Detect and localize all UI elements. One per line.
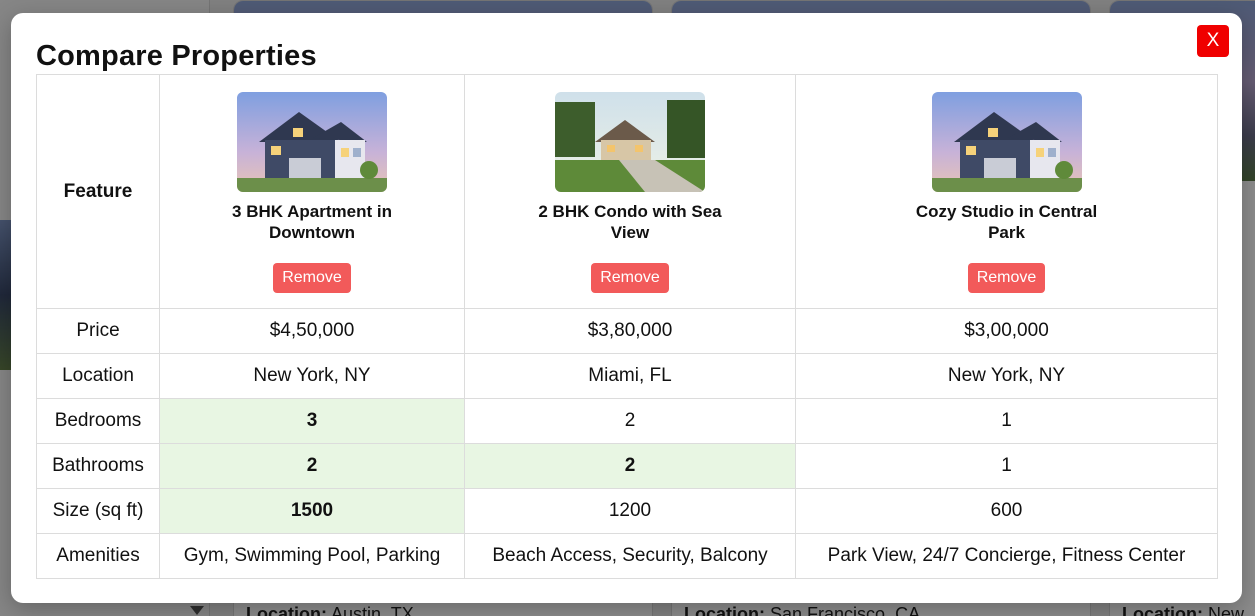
table-row: Location New York, NY Miami, FL New York, N… [36,353,1218,399]
property-thumbnail [237,92,387,192]
feature-label: Price [36,308,160,354]
property-column-header: 2 BHK Condo with Sea View Remove [464,74,796,309]
table-header-row: Feature 3 BHK Apartment in Downtown Remov… [36,74,1218,309]
property-name: Cozy Studio in Central Park [915,202,1098,242]
remove-property-button[interactable]: Remove [273,263,351,293]
modal-title: Compare Properties [36,40,317,72]
table-cell: 1 [795,443,1218,489]
remove-property-button[interactable]: Remove [967,263,1046,293]
feature-label: Bathrooms [36,443,160,489]
table-cell: New York, NY [159,353,465,399]
remove-property-button[interactable]: Remove [591,263,669,293]
comparison-table: Feature 3 BHK Apartment in Downtown Remov… [36,74,1218,579]
close-button[interactable]: X [1197,25,1229,57]
table-cell: Park View, 24/7 Concierge, Fitness Cente… [795,533,1218,579]
table-row: Price $4,50,000 $3,80,000 $3,00,000 [36,308,1218,354]
property-thumbnail [555,92,705,192]
table-cell: Gym, Swimming Pool, Parking [159,533,465,579]
table-cell: $3,80,000 [464,308,796,354]
compare-modal: Compare Properties X Feature 3 BHK Apart… [11,13,1242,603]
table-row: Size (sq ft) 1500 1200 600 [36,488,1218,534]
table-cell: 1 [795,398,1218,444]
table-cell: $3,00,000 [795,308,1218,354]
feature-label: Bedrooms [36,398,160,444]
property-thumbnail [931,92,1082,192]
property-column-header: 3 BHK Apartment in Downtown Remove [159,74,465,309]
table-cell: 1200 [464,488,796,534]
feature-label: Location [36,353,160,399]
table-cell: New York, NY [795,353,1218,399]
table-cell: 2 [464,398,796,444]
table-row: Amenities Gym, Swimming Pool, Parking Beac… [36,533,1218,579]
property-column-header: Cozy Studio in Central Park Remove [795,74,1218,309]
table-cell: 600 [795,488,1218,534]
table-cell: 2 [159,443,465,489]
table-cell: Beach Access, Security, Balcony [464,533,796,579]
property-name: 2 BHK Condo with Sea View [538,202,722,242]
table-cell: Miami, FL [464,353,796,399]
table-cell: 2 [464,443,796,489]
table-row: Bedrooms 3 2 1 [36,398,1218,444]
feature-column-header: Feature [36,74,160,309]
feature-label: Size (sq ft) [36,488,160,534]
table-row: Bathrooms 2 2 1 [36,443,1218,489]
feature-label: Amenities [36,533,160,579]
table-cell: 1500 [159,488,465,534]
table-cell: $4,50,000 [159,308,465,354]
property-name: 3 BHK Apartment in Downtown [232,202,392,242]
table-cell: 3 [159,398,465,444]
